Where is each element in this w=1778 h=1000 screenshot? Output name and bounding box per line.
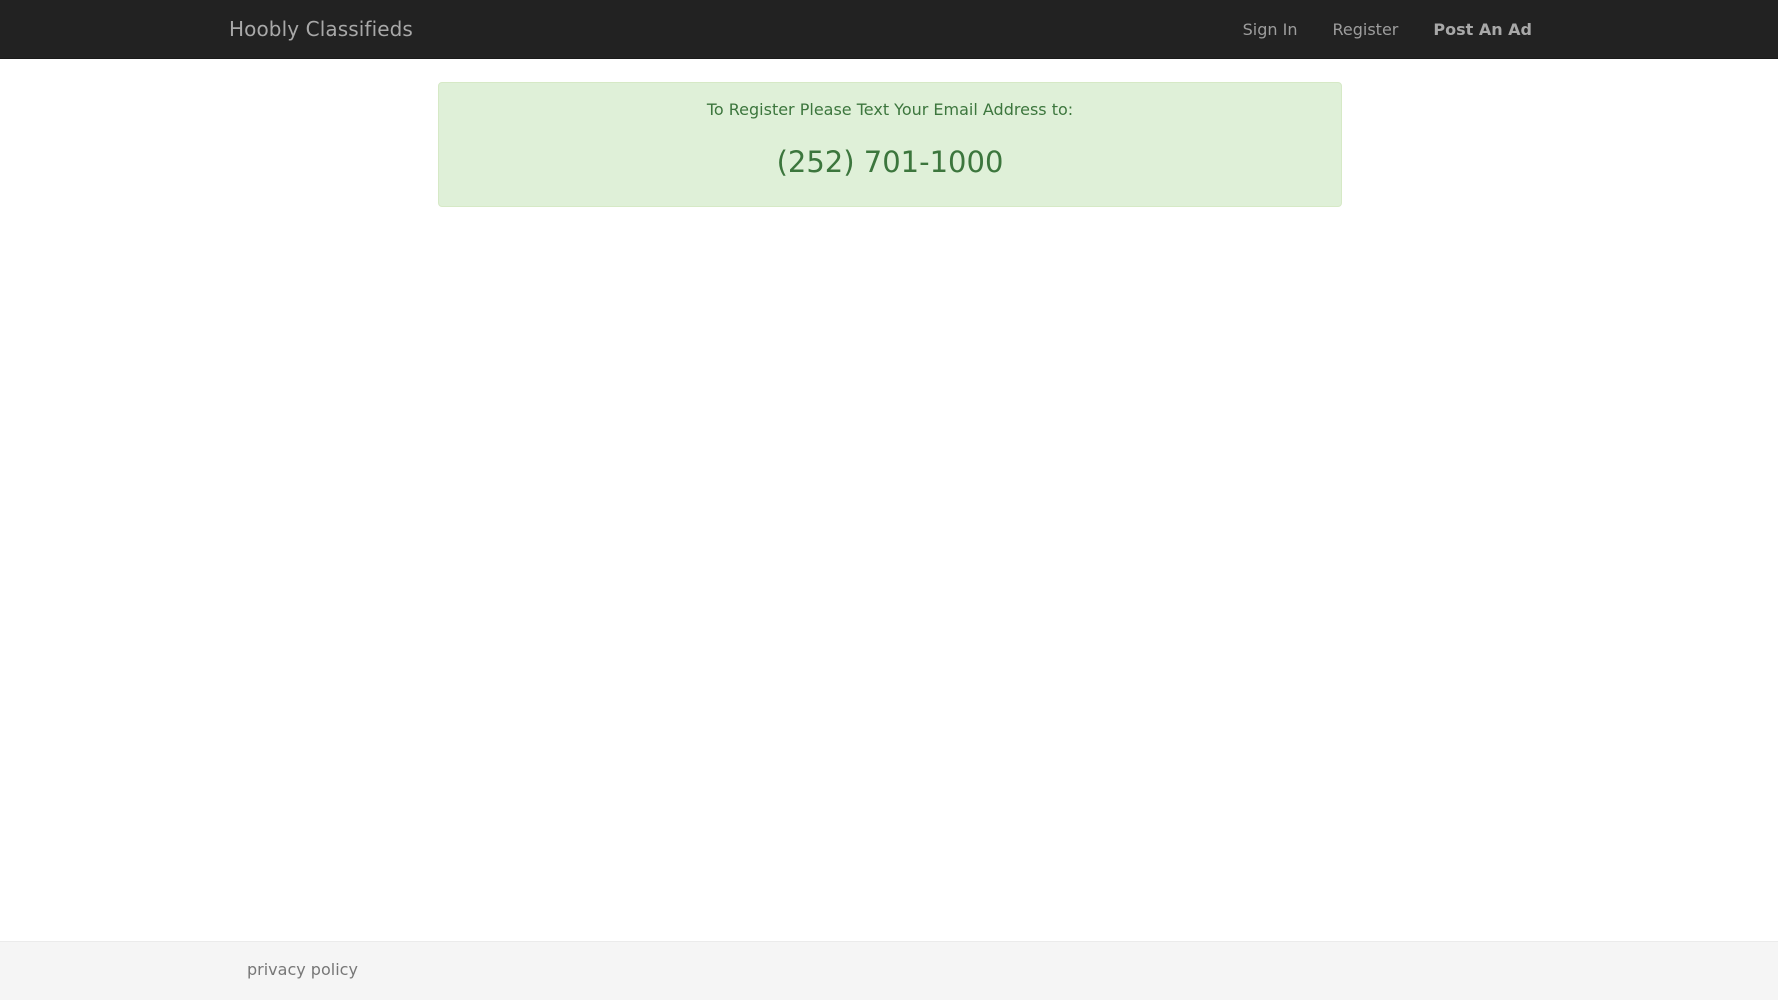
register-link[interactable]: Register [1332,20,1398,39]
top-navbar: Hoobly Classifieds Sign In Register Post… [0,0,1778,59]
register-instructions: To Register Please Text Your Email Addre… [706,100,1074,119]
brand-link[interactable]: Hoobly Classifieds [229,0,413,59]
register-alert: To Register Please Text Your Email Addre… [438,82,1342,207]
post-ad-link[interactable]: Post An Ad [1433,20,1532,39]
footer: privacy policy [0,941,1778,1000]
nav-links: Sign In Register Post An Ad [1208,0,1532,59]
register-phone-number: (252) 701-1000 [776,145,1004,179]
privacy-policy-link[interactable]: privacy policy [247,942,358,998]
sign-in-link[interactable]: Sign In [1243,20,1298,39]
